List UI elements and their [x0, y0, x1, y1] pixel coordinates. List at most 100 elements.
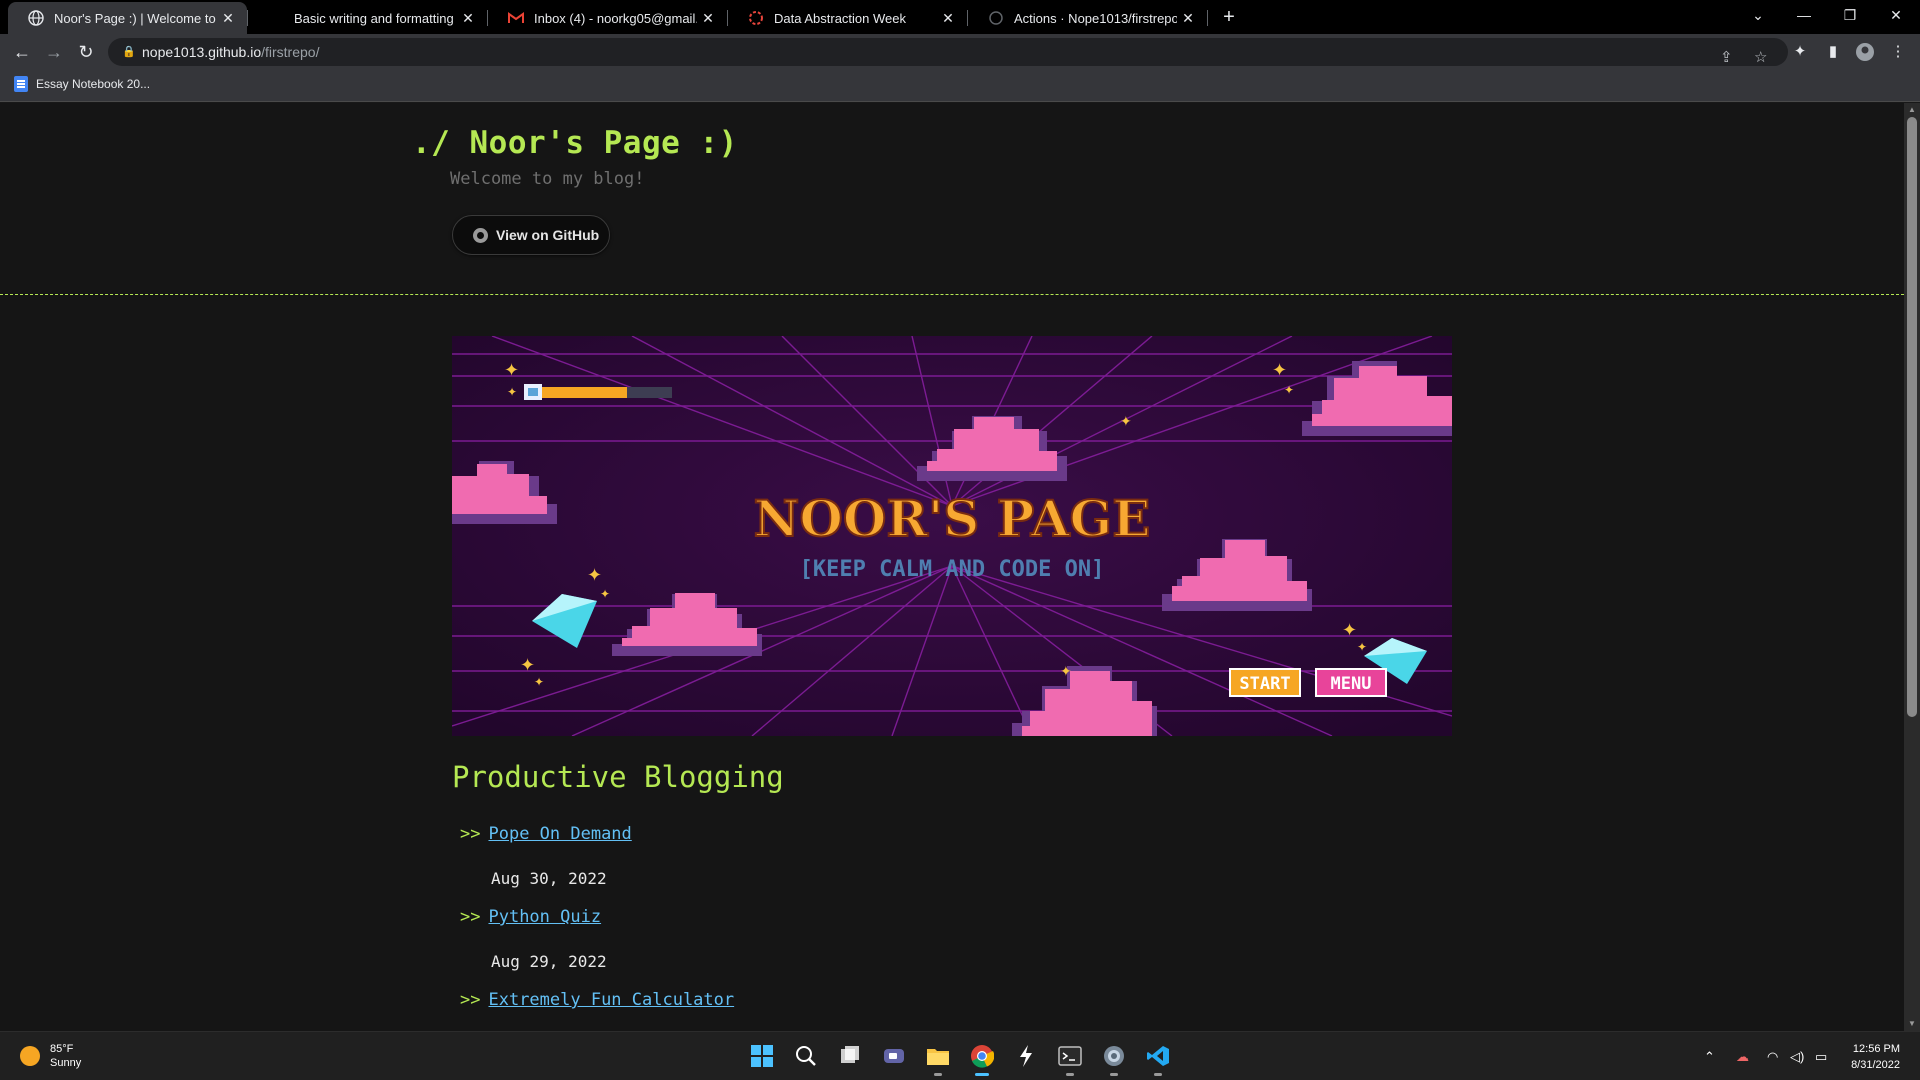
close-icon[interactable]: ✕ [1177, 10, 1199, 27]
running-indicator [1066, 1073, 1074, 1076]
weather-condition: Sunny [50, 1057, 82, 1069]
weather-widget[interactable]: 85°F Sunny [20, 1042, 81, 1070]
tab-data-abstraction[interactable]: Data Abstraction Week ✕ [728, 2, 967, 34]
close-icon[interactable]: ✕ [937, 10, 959, 27]
post-item: >> Extremely Fun Calculator [460, 990, 734, 1010]
start-button-label: START [1239, 674, 1290, 694]
view-on-github-button[interactable]: View on GitHub [452, 215, 610, 255]
show-hidden-icons[interactable]: ⌃ [1704, 1049, 1715, 1065]
banner-title: NOOR'S PAGE [754, 489, 1151, 548]
svg-text:✦: ✦ [1120, 414, 1132, 430]
sun-icon [20, 1046, 40, 1066]
browser-toolbar: ← → ↻ 🔒 nope1013.github.io/firstrepo/ ⇪ … [0, 34, 1920, 70]
tab-title: Actions · Nope1013/firstrepo [1014, 10, 1177, 26]
menu-icon[interactable]: ⋮ [1888, 42, 1908, 62]
github-icon [988, 10, 1004, 26]
tab-basic-writing[interactable]: Basic writing and formatting syntax ✕ [248, 2, 487, 34]
scrollbar[interactable]: ▲ ▼ [1904, 103, 1920, 1031]
menu-button-label: MENU [1331, 674, 1372, 694]
tab-separator [1207, 10, 1208, 26]
weather-temperature: 85°F [50, 1043, 74, 1055]
post-arrow: >> [460, 907, 481, 927]
file-explorer-icon[interactable] [924, 1042, 952, 1076]
app-icon[interactable] [1012, 1042, 1040, 1070]
section-title: Productive Blogging [452, 760, 784, 794]
running-indicator [934, 1073, 942, 1076]
address-bar[interactable]: 🔒 nope1013.github.io/firstrepo/ ⇪ ☆ [108, 38, 1788, 66]
title-text: Noor's Page :) [469, 125, 738, 161]
banner-tagline: [KEEP CALM AND CODE ON] [800, 557, 1105, 582]
running-indicator [1154, 1073, 1162, 1076]
scrollbar-thumb[interactable] [1907, 117, 1917, 717]
scroll-down-icon[interactable]: ▼ [1904, 1017, 1920, 1031]
clock-date: 8/31/2022 [1851, 1059, 1900, 1071]
tab-title: Noor's Page :) | Welcome to my blog! [54, 10, 217, 26]
svg-text:✦: ✦ [1272, 360, 1287, 381]
close-icon[interactable]: ✕ [457, 10, 479, 27]
search-icon[interactable] [792, 1042, 820, 1070]
lock-icon: 🔒 [122, 46, 136, 58]
side-panel-icon[interactable]: ▮ [1823, 42, 1843, 62]
tab-noors-page[interactable]: Noor's Page :) | Welcome to my blog! ✕ [8, 2, 247, 34]
svg-text:✦: ✦ [507, 385, 517, 399]
minimize-button[interactable]: — [1782, 0, 1826, 32]
close-window-button[interactable]: ✕ [1874, 0, 1918, 32]
gmail-icon [508, 10, 524, 26]
svg-text:✦: ✦ [587, 565, 602, 586]
close-icon[interactable]: ✕ [697, 10, 719, 27]
github-button-label: View on GitHub [496, 227, 600, 243]
share-icon[interactable]: ⇪ [1720, 44, 1733, 72]
site-subtitle: Welcome to my blog! [450, 169, 645, 189]
post-item: >> Pope On Demand [460, 824, 632, 844]
github-icon [268, 10, 284, 26]
reload-button[interactable]: ↻ [72, 38, 100, 66]
svg-text:✦: ✦ [1342, 620, 1357, 641]
url-path: /firstrepo/ [261, 44, 320, 60]
system-clock[interactable]: 12:56 PM 8/31/2022 [1840, 1041, 1900, 1073]
tab-separator [487, 10, 488, 26]
settings-icon[interactable] [1100, 1042, 1128, 1076]
tab-title: Basic writing and formatting syntax [294, 10, 457, 26]
svg-text:✦: ✦ [520, 655, 535, 676]
tab-inbox[interactable]: Inbox (4) - noorkg05@gmail.com ✕ [488, 2, 727, 34]
wifi-icon[interactable]: ◠ [1767, 1049, 1778, 1065]
svg-text:✦: ✦ [504, 360, 519, 381]
tab-actions[interactable]: Actions · Nope1013/firstrepo ✕ [968, 2, 1207, 34]
title-prefix: ./ [412, 125, 451, 161]
battery-icon[interactable]: ▭ [1815, 1049, 1827, 1065]
loading-icon [748, 10, 764, 26]
restore-button[interactable]: ❐ [1828, 0, 1872, 32]
tab-search-icon[interactable]: ⌄ [1736, 0, 1780, 32]
svg-text:✦: ✦ [1284, 383, 1294, 397]
volume-icon[interactable]: ◁) [1790, 1049, 1804, 1065]
active-indicator [975, 1073, 989, 1076]
close-icon[interactable]: ✕ [217, 10, 239, 27]
header-divider [0, 294, 1904, 295]
teams-chat-icon[interactable] [880, 1042, 908, 1070]
terminal-icon[interactable] [1056, 1042, 1084, 1076]
post-link[interactable]: Extremely Fun Calculator [488, 990, 734, 1010]
bookmarks-bar: Essay Notebook 20... [0, 70, 1920, 102]
post-date: Aug 29, 2022 [491, 952, 607, 971]
vscode-icon[interactable] [1144, 1042, 1172, 1076]
start-icon[interactable] [748, 1042, 776, 1070]
bookmark-star-icon[interactable]: ☆ [1754, 44, 1767, 72]
forward-button[interactable]: → [40, 38, 68, 66]
google-docs-icon [14, 76, 28, 92]
svg-text:✦: ✦ [600, 587, 610, 601]
bookmark-essay-notebook[interactable]: Essay Notebook 20... [14, 76, 150, 92]
post-link[interactable]: Pope On Demand [488, 824, 631, 844]
running-indicator [1110, 1073, 1118, 1076]
tab-separator [727, 10, 728, 26]
chrome-icon[interactable] [968, 1042, 996, 1076]
extensions-icon[interactable]: ✦ [1790, 42, 1810, 62]
scroll-up-icon[interactable]: ▲ [1904, 103, 1920, 117]
back-button[interactable]: ← [8, 38, 36, 66]
profile-avatar[interactable] [1855, 42, 1875, 62]
post-arrow: >> [460, 824, 481, 844]
post-link[interactable]: Python Quiz [488, 907, 601, 927]
task-view-icon[interactable] [836, 1042, 864, 1070]
web-page: ./ Noor's Page :) Welcome to my blog! Vi… [0, 103, 1904, 1031]
new-tab-button[interactable]: + [1216, 4, 1242, 30]
onedrive-icon[interactable]: ☁ [1736, 1049, 1749, 1065]
